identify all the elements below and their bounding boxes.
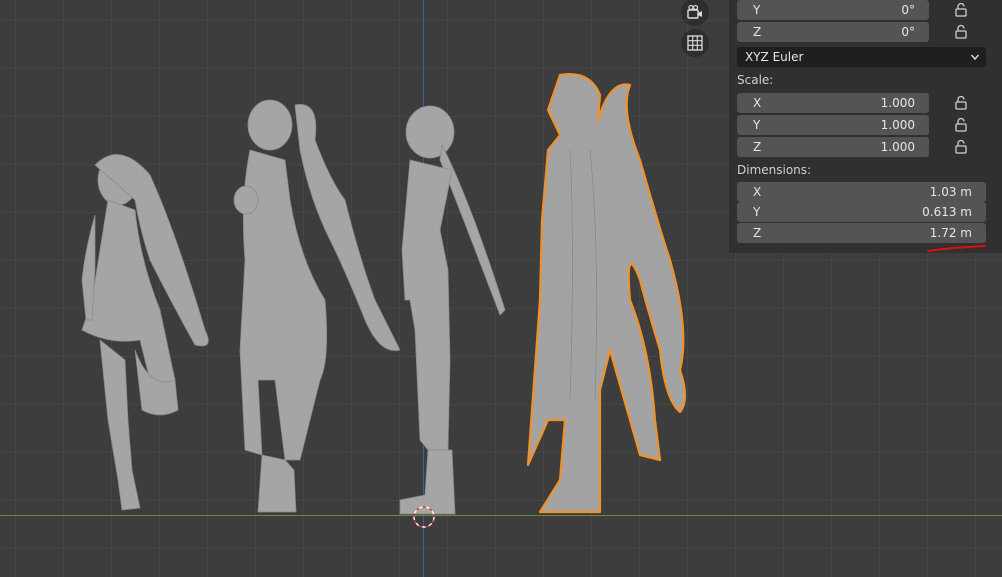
chevron-down-icon [970,54,980,61]
dimension-y-label: Y [753,205,761,219]
lock-icon[interactable] [953,139,969,155]
ortho-toggle-button[interactable] [681,29,709,57]
scale-z-value: 1.000 [880,140,915,154]
lock-icon[interactable] [953,24,969,40]
scale-z-label: Z [753,140,762,154]
lock-icon[interactable] [953,2,969,18]
dimension-x-value: 1.03 m [929,185,972,199]
scale-x-label: X [753,96,762,110]
scale-y-label: Y [753,118,761,132]
lock-icon[interactable] [953,117,969,133]
character-model-3[interactable] [399,105,506,515]
dimension-z-label: Z [753,226,762,240]
rotation-z-field[interactable]: Z 0° [737,22,929,42]
dimension-x-field[interactable]: X 1.03 m [737,182,986,202]
scale-label: Scale: [737,73,774,87]
dimension-y-value: 0.613 m [922,205,972,219]
character-model-2[interactable] [233,99,401,513]
scale-y-field[interactable]: Y 1.000 [737,115,929,135]
rotation-y-value: 0° [901,3,915,17]
scale-x-value: 1.000 [880,96,915,110]
dimension-z-value: 1.72 m [929,226,972,240]
dimension-y-field[interactable]: Y 0.613 m [737,202,986,222]
grid-icon [687,35,703,51]
dimensions-label: Dimensions: [737,163,812,177]
rotation-mode-dropdown[interactable]: XYZ Euler [737,47,986,67]
rotation-y-field[interactable]: Y 0° [737,0,929,20]
camera-icon [687,4,702,19]
red-underline-annotation [927,245,986,252]
3d-cursor-icon[interactable] [412,505,436,529]
rotation-z-label: Z [753,25,762,39]
scale-z-field[interactable]: Z 1.000 [737,137,929,157]
rotation-z-value: 0° [901,25,915,39]
selected-character-model[interactable] [526,73,687,514]
transform-panel: Y 0° Z 0° XYZ Euler Scale: X 1.000 Y 1.0… [729,0,1002,253]
dimension-z-field[interactable]: Z 1.72 m [737,223,986,243]
rotation-mode-value: XYZ Euler [745,50,804,64]
dimension-x-label: X [753,185,762,199]
scale-x-field[interactable]: X 1.000 [737,93,929,113]
scale-y-value: 1.000 [880,118,915,132]
rotation-y-label: Y [753,3,761,17]
character-model-1[interactable] [81,154,209,511]
lock-icon[interactable] [953,95,969,111]
